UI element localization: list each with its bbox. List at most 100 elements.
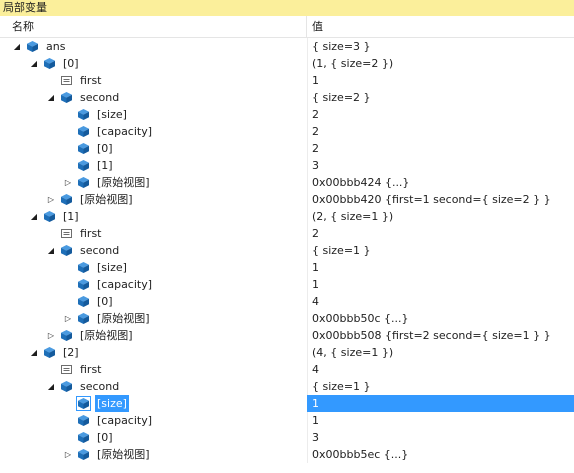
tree-row-name-cell[interactable]: [size] — [0, 395, 307, 412]
tree-row-name-cell[interactable]: [capacity] — [0, 412, 307, 429]
tree-row[interactable]: [1] 3 — [0, 157, 574, 174]
collapse-arrow-icon[interactable]: ◢ — [29, 344, 39, 361]
variable-value[interactable]: 2 — [307, 123, 574, 140]
tree-row-name-cell[interactable]: ◢ [2] — [0, 344, 307, 361]
tree-row-name-cell[interactable]: ▷ [原始视图] — [0, 310, 307, 327]
tree-row-name-cell[interactable]: ◢ second — [0, 378, 307, 395]
tree-row[interactable]: first 1 — [0, 72, 574, 89]
collapse-arrow-icon[interactable]: ◢ — [29, 55, 39, 72]
tree-row[interactable]: [capacity] 1 — [0, 412, 574, 429]
variable-value[interactable]: (4, { size=1 }) — [307, 344, 574, 361]
collapse-arrow-icon[interactable]: ◢ — [29, 208, 39, 225]
collapse-arrow-icon[interactable]: ◢ — [46, 378, 56, 395]
tree-row[interactable]: first 2 — [0, 225, 574, 242]
column-header-name[interactable]: 名称 — [0, 16, 307, 37]
tree-row-name-cell[interactable]: [size] — [0, 259, 307, 276]
column-header-value[interactable]: 值 — [307, 16, 323, 37]
tree-row-name-cell[interactable]: [1] — [0, 157, 307, 174]
variable-name: [capacity] — [97, 278, 153, 291]
tree-row-name-cell[interactable]: first — [0, 225, 307, 242]
expand-arrow-icon[interactable]: ▷ — [63, 446, 73, 463]
tree-row[interactable]: ◢ [1] (2, { size=1 }) — [0, 208, 574, 225]
tree-row[interactable]: [size] 1 — [0, 259, 574, 276]
tree-row-name-cell[interactable]: [capacity] — [0, 276, 307, 293]
variable-value[interactable]: 1 — [307, 259, 574, 276]
tree-row[interactable]: ▷ [原始视图] 0x00bbb420 {first=1 second={ size… — [0, 191, 574, 208]
tree-row[interactable]: [size] 1 — [0, 395, 574, 412]
expand-arrow-icon[interactable]: ▷ — [46, 191, 56, 208]
tree-row-name-cell[interactable]: ◢ [1] — [0, 208, 307, 225]
variable-value[interactable]: 0x00bbb5ec {...} — [307, 446, 574, 463]
collapse-arrow-icon[interactable]: ◢ — [46, 242, 56, 259]
tree-row-name-cell[interactable]: [capacity] — [0, 123, 307, 140]
variable-name: [size] — [97, 261, 127, 274]
variable-value[interactable]: { size=1 } — [307, 242, 574, 259]
variable-value[interactable]: 3 — [307, 157, 574, 174]
variable-value[interactable]: 2 — [307, 140, 574, 157]
variable-value[interactable]: 1 — [307, 276, 574, 293]
tree-row[interactable]: [size] 2 — [0, 106, 574, 123]
tree-row-name-cell[interactable]: ▷ [原始视图] — [0, 174, 307, 191]
tree-row-name-cell[interactable]: [0] — [0, 429, 307, 446]
tree-row[interactable]: first 4 — [0, 361, 574, 378]
expand-arrow-icon[interactable]: ▷ — [63, 174, 73, 191]
variable-value[interactable]: 3 — [307, 429, 574, 446]
variable-value[interactable]: 1 — [307, 72, 574, 89]
variable-value[interactable]: 0x00bbb420 {first=1 second={ size=2 } } — [307, 191, 574, 208]
collapse-arrow-icon[interactable]: ◢ — [12, 38, 22, 55]
tree-row[interactable]: [capacity] 1 — [0, 276, 574, 293]
tree-row[interactable]: ▷ [原始视图] 0x00bbb508 {first=2 second={ size… — [0, 327, 574, 344]
tree-row[interactable]: [0] 4 — [0, 293, 574, 310]
variable-value[interactable]: 1 — [307, 412, 574, 429]
variable-name: [capacity] — [97, 414, 153, 427]
variable-value[interactable]: 2 — [307, 106, 574, 123]
tree-row[interactable]: ▷ [原始视图] 0x00bbb424 {...} — [0, 174, 574, 191]
variable-value[interactable]: 0x00bbb424 {...} — [307, 174, 574, 191]
tree-row-name-cell[interactable]: ▷ [原始视图] — [0, 191, 307, 208]
collapse-arrow-icon[interactable]: ◢ — [46, 89, 56, 106]
variable-name: [1] — [97, 159, 113, 172]
tree-row[interactable]: ◢ ans { size=3 } — [0, 38, 574, 55]
variable-value[interactable]: { size=3 } — [307, 38, 574, 55]
tree-row-name-cell[interactable]: ▷ [原始视图] — [0, 327, 307, 344]
variable-value[interactable]: 2 — [307, 225, 574, 242]
tree-row[interactable]: [capacity] 2 — [0, 123, 574, 140]
variables-tree: ◢ ans{ size=3 } ◢ [0] (1, { size=2 }) first 1 ◢… — [0, 38, 574, 463]
variable-value[interactable]: 0x00bbb508 {first=2 second={ size=1 } } — [307, 327, 574, 344]
variable-value[interactable]: (2, { size=1 }) — [307, 208, 574, 225]
tree-row-name-cell[interactable]: [size] — [0, 106, 307, 123]
variable-value[interactable]: (1, { size=2 }) — [307, 55, 574, 72]
tree-row-name-cell[interactable]: ◢ [0] — [0, 55, 307, 72]
tree-row-name-cell[interactable]: [0] — [0, 140, 307, 157]
tree-row[interactable]: ◢ second { size=1 } — [0, 242, 574, 259]
tree-row[interactable]: ▷ [原始视图] 0x00bbb5ec {...} — [0, 446, 574, 463]
object-icon — [77, 108, 90, 121]
expand-arrow-icon[interactable]: ▷ — [46, 327, 56, 344]
tree-row[interactable]: [0] 2 — [0, 140, 574, 157]
tree-row[interactable]: [0] 3 — [0, 429, 574, 446]
variable-name: [原始视图] — [97, 448, 150, 461]
expand-arrow-icon[interactable]: ▷ — [63, 310, 73, 327]
tree-row[interactable]: ◢ [2] (4, { size=1 }) — [0, 344, 574, 361]
tree-row-name-cell[interactable]: first — [0, 72, 307, 89]
variable-name: [原始视图] — [80, 193, 133, 206]
variable-name: [1] — [63, 210, 79, 223]
variable-name: first — [80, 363, 102, 376]
tree-row[interactable]: ◢ [0] (1, { size=2 }) — [0, 55, 574, 72]
tree-row[interactable]: ◢ second { size=2 } — [0, 89, 574, 106]
variable-value[interactable]: { size=2 } — [307, 89, 574, 106]
variable-value[interactable]: 4 — [307, 293, 574, 310]
tree-row-name-cell[interactable]: ◢ second — [0, 242, 307, 259]
tree-row-name-cell[interactable]: [0] — [0, 293, 307, 310]
tree-row[interactable]: ◢ second { size=1 } — [0, 378, 574, 395]
variable-value[interactable]: { size=1 } — [307, 378, 574, 395]
tree-row-name-cell[interactable]: ◢ second — [0, 89, 307, 106]
tree-row[interactable]: ▷ [原始视图] 0x00bbb50c {...} — [0, 310, 574, 327]
tree-row-name-cell[interactable]: ◢ ans — [0, 38, 307, 55]
variable-name: [2] — [63, 346, 79, 359]
tree-row-name-cell[interactable]: ▷ [原始视图] — [0, 446, 307, 463]
variable-value[interactable]: 0x00bbb50c {...} — [307, 310, 574, 327]
variable-value[interactable]: 4 — [307, 361, 574, 378]
variable-value[interactable]: 1 — [307, 395, 574, 412]
tree-row-name-cell[interactable]: first — [0, 361, 307, 378]
